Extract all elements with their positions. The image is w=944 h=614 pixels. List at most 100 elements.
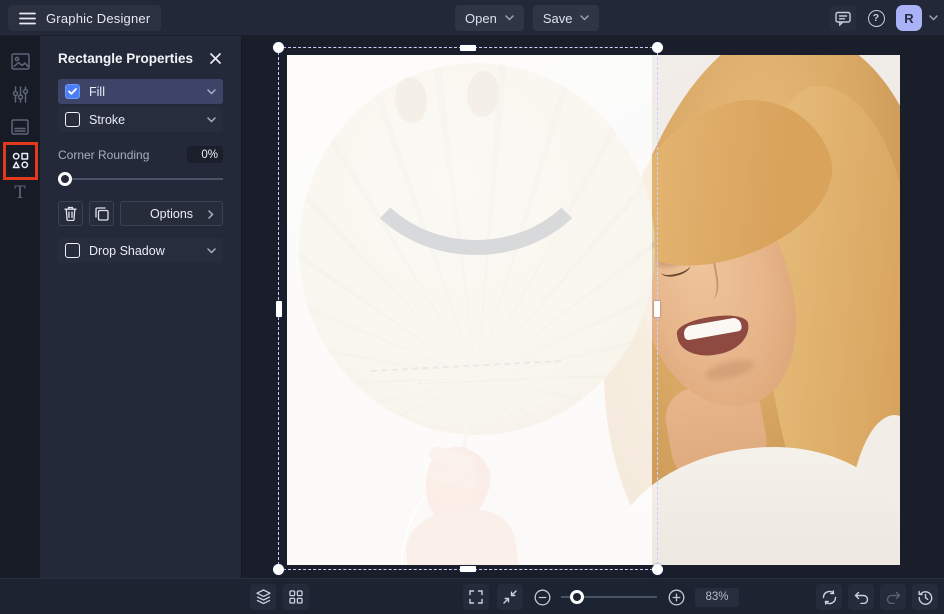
stroke-label: Stroke [89, 113, 125, 127]
top-right-controls: ? R [830, 5, 938, 31]
plus-circle-icon [668, 589, 685, 606]
sliders-icon [12, 86, 29, 103]
sidebar-item-shapes[interactable] [7, 147, 33, 173]
resize-handle-right[interactable] [654, 301, 660, 317]
trash-icon [64, 206, 77, 221]
chevron-down-icon [505, 15, 514, 21]
sidebar-item-text[interactable]: T [7, 180, 33, 206]
stroke-row[interactable]: Stroke [58, 107, 223, 132]
undo-button[interactable] [848, 584, 874, 610]
zoom-slider[interactable] [561, 590, 657, 604]
object-actions: Options [58, 201, 223, 226]
drop-shadow-label: Drop Shadow [89, 244, 165, 258]
resize-handle-left[interactable] [276, 301, 282, 317]
resize-handle-nw[interactable] [273, 42, 284, 53]
delete-button[interactable] [58, 201, 83, 226]
chevron-down-icon[interactable] [207, 89, 216, 95]
comment-icon [835, 11, 851, 26]
layout-icon [11, 119, 29, 135]
slider-handle[interactable] [58, 172, 72, 186]
corner-rounding-label: Corner Rounding [58, 148, 149, 162]
chevron-down-icon [580, 15, 589, 21]
slider-track[interactable] [58, 178, 223, 180]
zoom-in-button[interactable] [665, 584, 687, 610]
photo-teeth [683, 317, 743, 341]
bottom-toolbar: 83% [0, 578, 944, 614]
history-clock-icon [918, 590, 933, 605]
panel-header: Rectangle Properties [58, 51, 223, 66]
layers-icon [256, 589, 271, 605]
drop-shadow-row[interactable]: Drop Shadow [58, 238, 223, 263]
shapes-icon [12, 152, 29, 169]
help-button[interactable]: ? [863, 5, 889, 31]
layers-button[interactable] [250, 584, 276, 610]
chevron-down-icon[interactable] [207, 117, 216, 123]
history-button[interactable] [912, 584, 938, 610]
account-chevron-down-icon[interactable] [929, 15, 938, 21]
image-icon [11, 53, 30, 70]
options-button[interactable]: Options [120, 201, 223, 226]
save-button[interactable]: Save [533, 5, 600, 31]
app-title: Graphic Designer [46, 11, 150, 26]
duplicate-icon [95, 207, 109, 221]
duplicate-button[interactable] [89, 201, 114, 226]
close-icon [210, 53, 221, 64]
design-canvas[interactable] [242, 36, 944, 578]
bottom-left-tools [250, 584, 309, 610]
text-tool-icon: T [14, 185, 25, 202]
history-controls [816, 584, 938, 610]
graphic-designer-app: Graphic Designer Open Save ? R [0, 0, 944, 614]
panel-title: Rectangle Properties [58, 51, 193, 66]
sidebar-item-adjustments[interactable] [7, 81, 33, 107]
resize-handle-ne[interactable] [652, 42, 663, 53]
avatar[interactable]: R [896, 5, 922, 31]
fill-row[interactable]: Fill [58, 79, 223, 104]
chevron-down-icon[interactable] [207, 248, 216, 254]
file-actions: Open Save [455, 5, 599, 31]
selection-bounding-box[interactable] [278, 47, 658, 570]
close-panel-button[interactable] [208, 51, 223, 66]
zoom-out-button[interactable] [531, 584, 553, 610]
top-bar: Graphic Designer Open Save ? R [0, 0, 944, 36]
save-button-label: Save [543, 11, 573, 26]
chevron-right-icon [208, 208, 214, 222]
minus-circle-icon [534, 589, 551, 606]
rectangle-properties-panel: Rectangle Properties Fill Stroke Corner … [40, 36, 242, 578]
zoom-percentage[interactable]: 83% [695, 588, 739, 607]
sync-icon [822, 590, 837, 605]
fullscreen-button[interactable] [463, 584, 489, 610]
undo-icon [854, 591, 869, 604]
resize-handle-sw[interactable] [273, 564, 284, 575]
feedback-button[interactable] [830, 5, 856, 31]
redo-icon [886, 591, 901, 604]
resize-handle-bottom[interactable] [460, 566, 476, 572]
collapse-icon [503, 590, 517, 604]
pages-grid-button[interactable] [283, 584, 309, 610]
tool-sidebar: T [0, 36, 40, 578]
main-menu-button[interactable]: Graphic Designer [8, 5, 161, 31]
expand-icon [469, 590, 483, 604]
resize-handle-se[interactable] [652, 564, 663, 575]
fit-to-screen-button[interactable] [497, 584, 523, 610]
help-glyph: ? [873, 12, 879, 24]
check-icon [68, 88, 77, 95]
zoom-slider-handle[interactable] [570, 590, 584, 604]
redo-button[interactable] [880, 584, 906, 610]
corner-rounding-value[interactable]: 0% [187, 146, 223, 163]
open-button-label: Open [465, 11, 497, 26]
stroke-checkbox[interactable] [65, 112, 80, 127]
corner-rounding-header: Corner Rounding 0% [58, 146, 223, 163]
sidebar-item-images[interactable] [7, 48, 33, 74]
corner-rounding-slider[interactable] [58, 172, 223, 186]
zoom-controls: 83% [463, 584, 739, 610]
hamburger-icon[interactable] [19, 12, 36, 25]
help-icon: ? [868, 10, 885, 27]
resize-handle-top[interactable] [460, 45, 476, 51]
refresh-button[interactable] [816, 584, 842, 610]
open-button[interactable]: Open [455, 5, 524, 31]
drop-shadow-checkbox[interactable] [65, 243, 80, 258]
sidebar-item-layouts[interactable] [7, 114, 33, 140]
avatar-initial: R [904, 11, 913, 26]
fill-checkbox[interactable] [65, 84, 80, 99]
grid-icon [289, 590, 303, 604]
